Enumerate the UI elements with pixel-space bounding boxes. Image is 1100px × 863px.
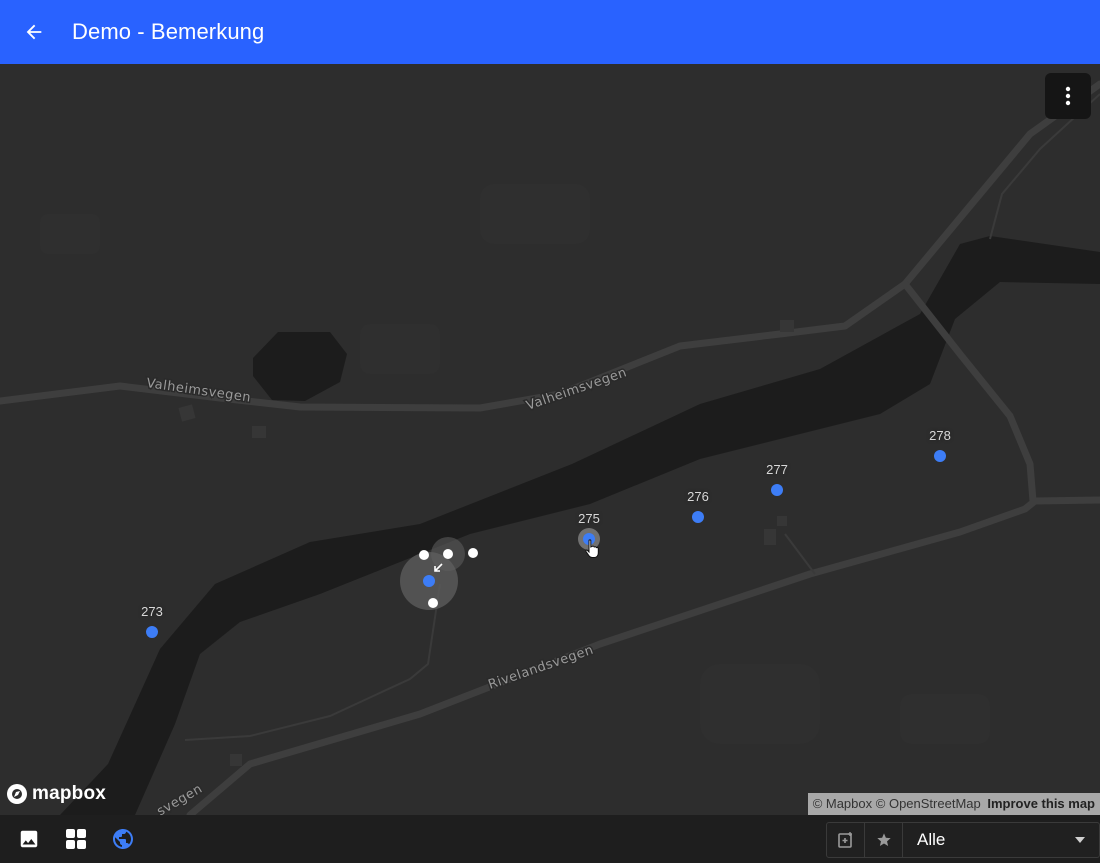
cluster-point-handle[interactable] [443,549,453,559]
hand-cursor-icon [585,539,599,558]
grid-icon [66,829,86,849]
map-attribution: © Mapbox © OpenStreetMap Improve this ma… [807,793,1100,815]
road-label: Valheimsvegen [524,365,629,414]
star-icon [876,833,891,846]
map-marker[interactable] [146,626,158,638]
map-marker[interactable] [771,484,783,496]
cluster-point-handle[interactable] [468,548,478,558]
cluster-center-marker[interactable] [423,575,435,587]
image-icon [20,830,38,848]
mapbox-logo[interactable]: mapbox [6,783,106,805]
more-vertical-icon [1065,86,1071,106]
marker-label: 278 [929,428,951,443]
mapbox-logo-icon [7,784,27,804]
map-view-button[interactable] [110,826,136,852]
marker-label: 276 [687,489,709,504]
attribution-osm[interactable]: © OpenStreetMap [876,796,981,811]
cluster-point-handle[interactable] [428,598,438,608]
map-marker[interactable] [692,511,704,523]
grid-view-button[interactable] [63,826,89,852]
improve-map-link[interactable]: Improve this map [987,796,1095,811]
map-menu-button[interactable] [1045,73,1091,119]
mapbox-logo-text: mapbox [32,783,107,804]
globe-icon [113,829,133,849]
attribution-mapbox[interactable]: © Mapbox [813,796,872,811]
marker-label: 275 [578,511,600,526]
cluster-point-handle[interactable] [419,550,429,560]
bottom-toolbar: Alle [0,815,1100,863]
image-view-button[interactable] [16,826,42,852]
caret-down-icon [1075,837,1085,843]
back-button[interactable] [14,12,54,52]
marker-label: 277 [766,462,788,477]
map-view[interactable]: Valheimsvegen Valheimsvegen Rivelandsveg… [0,64,1100,815]
collapse-arrow-icon [434,563,443,572]
add-note-button[interactable] [827,823,865,857]
page-title: Demo - Bemerkung [72,19,265,44]
favorite-filter-button[interactable] [865,823,903,857]
add-note-icon [837,832,852,848]
road-label: Rivelandsvegen [486,643,595,693]
filter-select-value: Alle [917,830,946,849]
road-label: Valheimsvegen [145,376,251,406]
map-marker[interactable] [934,450,946,462]
filter-select[interactable]: Alle [903,823,1099,857]
arrow-left-icon [26,24,42,40]
filter-group: Alle [826,822,1100,858]
marker-label: 273 [141,604,163,619]
lake [253,332,347,401]
app-bar: Demo - Bemerkung [0,0,1100,64]
